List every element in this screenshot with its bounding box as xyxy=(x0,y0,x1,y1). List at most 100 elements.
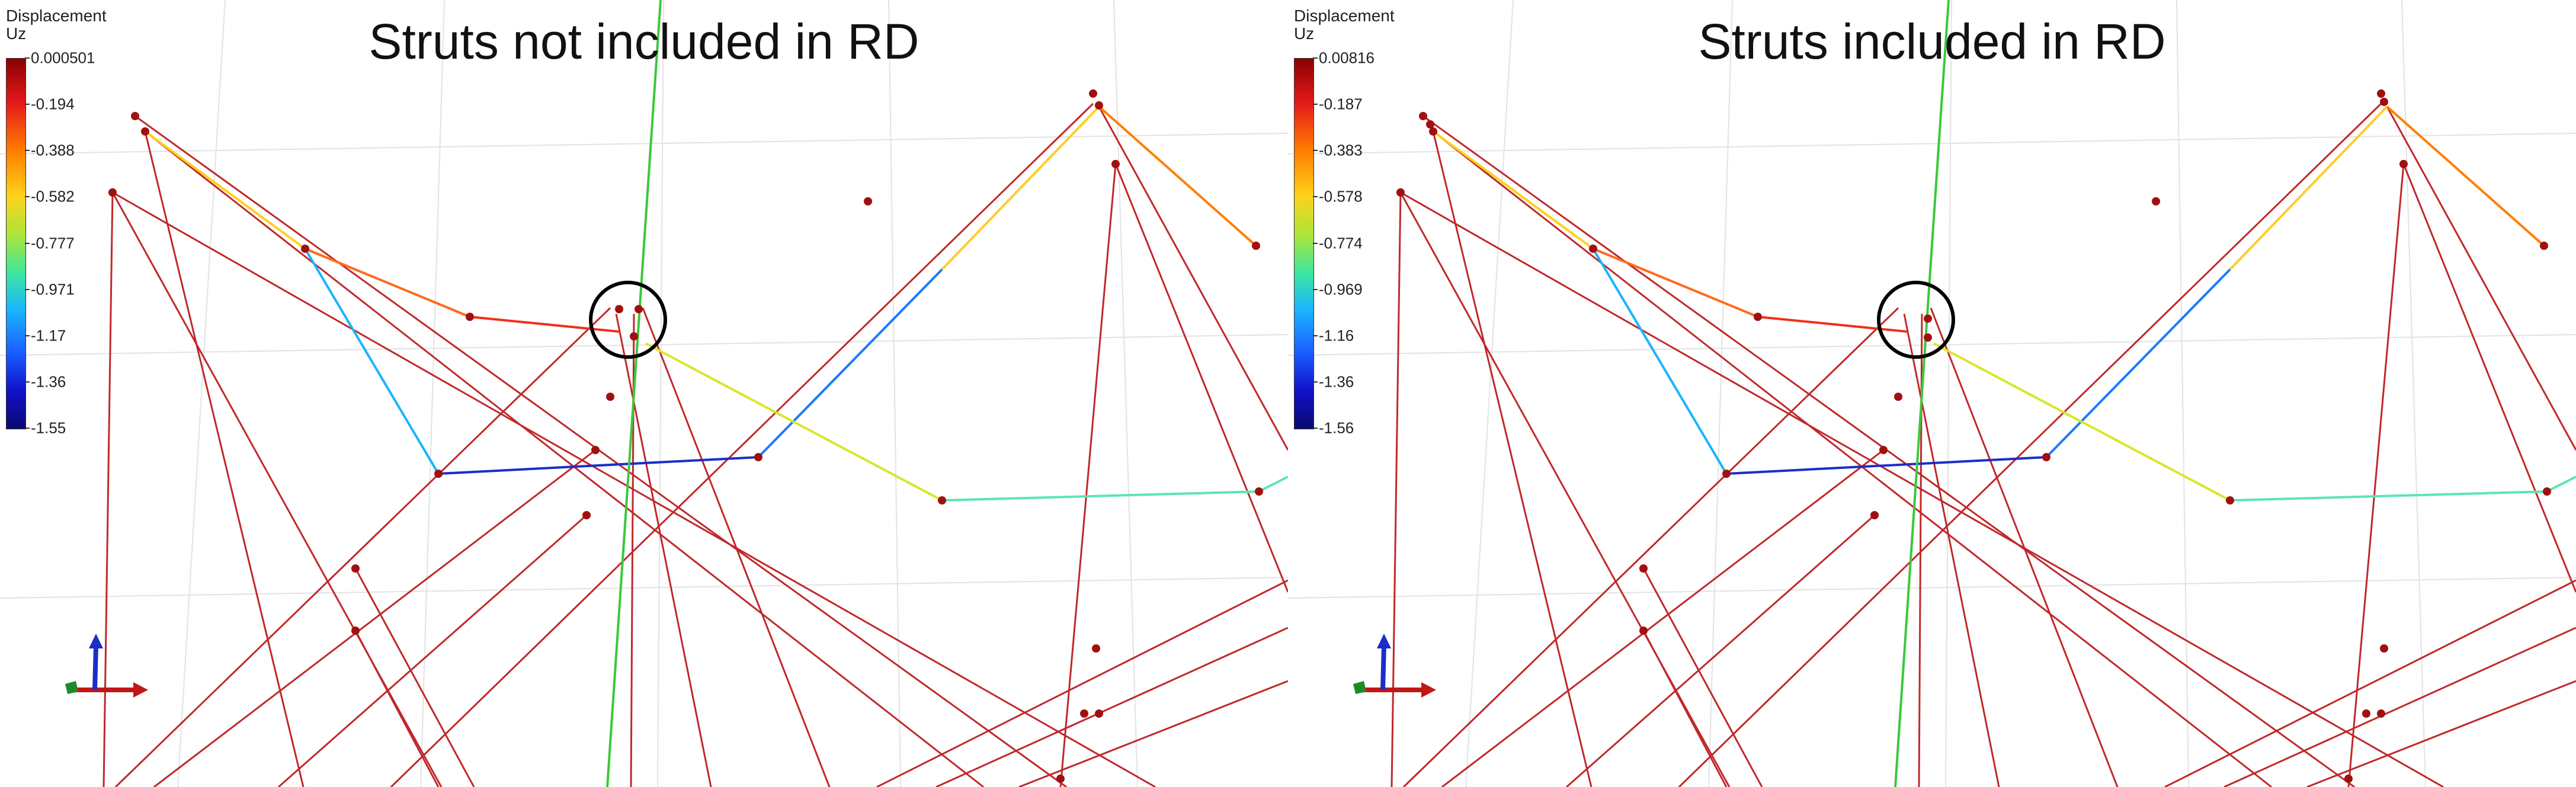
node-point xyxy=(1252,242,1260,250)
axis-z-arrow-icon xyxy=(1377,634,1391,648)
strut-line xyxy=(615,313,712,787)
deformed-member xyxy=(438,456,759,475)
node-point xyxy=(1095,101,1103,110)
node-point xyxy=(1639,564,1648,573)
colorbar-left xyxy=(6,58,26,429)
grid-line xyxy=(0,577,1288,599)
colorbar-tick-mark xyxy=(25,242,30,244)
strut-line xyxy=(1903,313,2000,787)
node-point xyxy=(351,564,360,573)
node-point xyxy=(2042,453,2050,461)
deformed-member xyxy=(305,248,470,318)
colorbar-tick-mark xyxy=(25,335,30,336)
deformed-member xyxy=(1593,248,1758,318)
node-point xyxy=(1111,160,1120,168)
node-point xyxy=(301,245,309,253)
deformed-member xyxy=(2045,268,2231,458)
node-point xyxy=(1429,127,1437,136)
grid-line xyxy=(888,0,901,787)
node-point xyxy=(1870,511,1879,519)
node-point xyxy=(1639,627,1648,635)
colorbar-tick-mark xyxy=(25,196,30,198)
strut-line xyxy=(145,130,984,787)
colorbar-tick-label: -0.187 xyxy=(1319,95,1363,113)
highlight-circle xyxy=(589,281,667,359)
node-point xyxy=(1754,313,1762,321)
axis-y-arrow-icon xyxy=(65,681,78,694)
grid-line xyxy=(2401,0,2426,787)
node-point xyxy=(141,127,149,136)
colorbar-tick-label: 0.00816 xyxy=(1319,49,1374,67)
legend-title-line2: Uz xyxy=(1294,24,1315,43)
node-point xyxy=(582,511,591,519)
grid-line xyxy=(1288,577,2576,599)
deformed-member xyxy=(1592,248,1728,475)
axis-z-arrow-icon xyxy=(89,634,103,648)
strut-line xyxy=(134,115,1067,787)
node-point xyxy=(2380,98,2388,106)
colorbar-tick-mark xyxy=(1313,150,1318,152)
model-viewport-left[interactable] xyxy=(0,0,1288,787)
node-point xyxy=(1255,487,1263,496)
node-point xyxy=(466,313,474,321)
strut-line xyxy=(1390,192,1402,787)
strut-line xyxy=(1422,115,2355,787)
deformed-member xyxy=(1726,456,2047,475)
node-point xyxy=(938,496,946,505)
deformed-member xyxy=(2229,105,2388,271)
node-point xyxy=(2226,496,2234,505)
deformed-member xyxy=(469,316,620,333)
node-point xyxy=(1080,709,1088,718)
colorbar-tick-label: -0.969 xyxy=(1319,280,1363,298)
colorbar-tick-mark xyxy=(1313,196,1318,198)
strut-line xyxy=(876,579,1288,787)
colorbar-tick-label: -0.582 xyxy=(31,187,75,205)
node-point xyxy=(108,188,117,197)
strut-line xyxy=(1678,102,2382,787)
legend-title-line2: Uz xyxy=(6,24,27,43)
deformed-member xyxy=(941,105,1100,271)
colorbar-tick-label: -1.56 xyxy=(1319,419,1354,437)
strut-line xyxy=(2347,163,2405,787)
node-point xyxy=(630,332,638,341)
deformed-member xyxy=(2386,105,2545,247)
colorbar-tick-label: -1.55 xyxy=(31,419,66,437)
deformed-member xyxy=(941,490,1260,502)
grid-line xyxy=(657,0,664,787)
green-member xyxy=(1894,0,1950,787)
node-point xyxy=(2540,242,2548,250)
strut-line xyxy=(1642,568,1763,787)
colorbar-tick-mark xyxy=(25,104,30,105)
node-point xyxy=(864,197,872,205)
colorbar-tick-label: 0.000501 xyxy=(31,49,95,67)
left-panel: Struts not included in RD Displacement U… xyxy=(0,0,1288,787)
node-point xyxy=(2399,160,2408,168)
right-panel: Struts included in RD Displacement Uz 0.… xyxy=(1288,0,2576,787)
strut-line xyxy=(153,449,596,787)
deformed-member xyxy=(757,268,943,458)
colorbar-tick-label: -0.774 xyxy=(1319,234,1363,252)
axis-z-line xyxy=(92,645,98,690)
colorbar-tick-mark xyxy=(1313,335,1318,336)
node-point xyxy=(2152,197,2160,205)
strut-line xyxy=(2306,680,2576,787)
panel-title-left: Struts not included in RD xyxy=(369,14,919,69)
node-point xyxy=(2377,709,2385,718)
colorbar-tick-mark xyxy=(25,57,30,59)
colorbar-right xyxy=(1294,58,1314,429)
node-point xyxy=(1924,333,1932,342)
node-point xyxy=(1924,314,1932,323)
grid-line xyxy=(1708,0,1733,787)
colorbar-tick-mark xyxy=(1313,242,1318,244)
colorbar-tick-mark xyxy=(25,288,30,290)
node-point xyxy=(606,393,614,401)
node-point xyxy=(615,305,623,313)
colorbar-tick-mark xyxy=(25,428,30,429)
node-point xyxy=(2362,709,2370,718)
legend-title-line1: Displacement xyxy=(6,7,107,25)
model-viewport-right[interactable] xyxy=(1288,0,2576,787)
node-point xyxy=(1089,89,1097,98)
grid-line xyxy=(177,0,226,787)
strut-line xyxy=(1433,130,2272,787)
colorbar-tick-label: -1.16 xyxy=(1319,326,1354,345)
